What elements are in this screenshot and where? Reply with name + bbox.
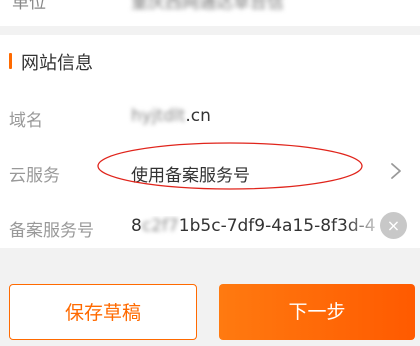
save-draft-button[interactable]: 保存草稿	[9, 284, 197, 340]
service-number-row: 备案服务号 8c2f71b5c-7df9-4a15-8f3d-4d0c	[0, 199, 420, 254]
domain-blurred-part: hyjtdlt	[131, 106, 186, 126]
domain-value: hyjtdlt.cn	[131, 106, 211, 126]
previous-row-value: 重庆西网通达草台信	[131, 0, 284, 13]
section-header: 网站信息	[0, 35, 420, 85]
domain-label: 域名	[9, 111, 43, 131]
service-number-label: 备案服务号	[9, 221, 94, 241]
clear-glyph: ×	[386, 216, 401, 235]
cloud-service-row[interactable]: 云服务 使用备案服务号	[0, 144, 420, 199]
service-number-prefix: 8	[131, 216, 142, 236]
domain-suffix: .cn	[185, 106, 211, 126]
section-accent-bar	[9, 53, 12, 69]
section-title: 网站信息	[21, 53, 93, 74]
website-info-card: 网站信息 域名 hyjtdlt.cn 云服务 使用备案服务号 备案服务号 8c2…	[0, 35, 420, 248]
domain-row: 域名 hyjtdlt.cn	[0, 89, 420, 144]
previous-row-label: 单位	[12, 0, 46, 13]
cloud-service-value: 使用备案服务号	[131, 166, 250, 186]
service-number-field[interactable]: 8c2f71b5c-7df9-4a15-8f3d-4d0c	[131, 216, 376, 236]
clear-icon[interactable]: ×	[380, 212, 407, 239]
next-step-button[interactable]: 下一步	[219, 284, 415, 340]
service-number-blurred-part: c2f7	[141, 216, 179, 236]
cloud-service-label: 云服务	[9, 166, 60, 186]
previous-form-row: 单位 重庆西网通达草台信	[0, 0, 420, 26]
chevron-right-icon[interactable]	[390, 162, 402, 180]
